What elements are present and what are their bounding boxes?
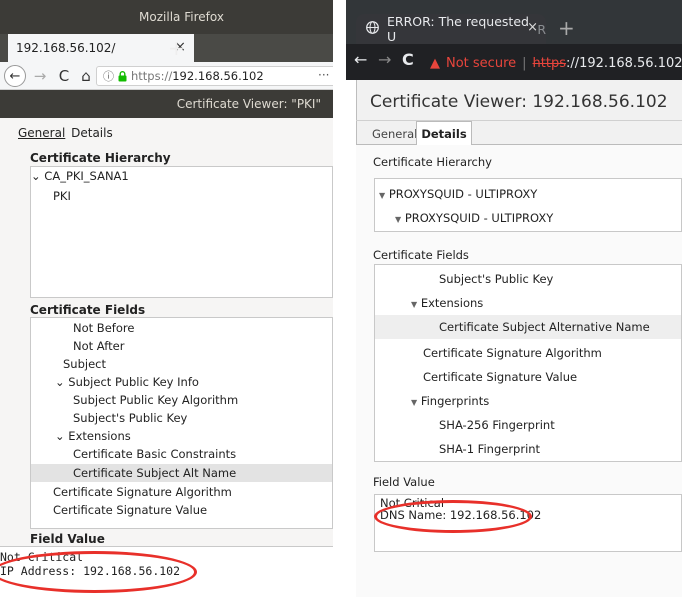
tree-item[interactable]: Subject Public Key Algorithm <box>73 393 238 407</box>
hierarchy-tree[interactable]: ▼ PROXYSQUID - ULTIPROXY ▼ PROXYSQUID - … <box>374 178 682 232</box>
not-secure-label[interactable]: Not secure <box>446 56 516 71</box>
url-bar[interactable]: ▲ Not secure | https://192.168.56.102 <box>430 52 682 74</box>
forward-button[interactable]: → <box>28 64 52 88</box>
tree-item[interactable]: Subject's Public Key <box>73 411 187 425</box>
info-icon[interactable]: ⓘ <box>103 68 114 84</box>
window-title-bar: Mozilla Firefox <box>0 0 333 34</box>
tree-item[interactable]: SHA-1 Fingerprint <box>439 442 540 456</box>
tree-item[interactable]: Certificate Signature Algorithm <box>423 346 602 360</box>
tab-general[interactable]: General <box>18 126 65 140</box>
tab-title-fade: R <box>537 21 546 37</box>
back-button[interactable]: ← <box>354 50 367 69</box>
hierarchy-tree[interactable]: ⌄ CA_PKI_SANA1 PKI <box>30 166 333 298</box>
lock-icon <box>118 70 127 81</box>
forward-button[interactable]: → <box>378 50 391 69</box>
tree-item[interactable]: ⌄ Subject Public Key Info <box>55 375 199 389</box>
fields-label: Certificate Fields <box>373 248 469 262</box>
panel-divider <box>333 0 346 597</box>
tree-item[interactable]: Not Before <box>73 321 134 335</box>
tab-details[interactable]: Details <box>416 121 472 145</box>
fields-label: Certificate Fields <box>30 303 146 317</box>
field-value-label: Field Value <box>30 532 105 546</box>
tree-item[interactable]: ⌄ CA_PKI_SANA1 <box>31 169 129 183</box>
dialog-title: Certificate Viewer: "PKI" <box>176 97 321 111</box>
window-title: Mozilla Firefox <box>139 10 224 24</box>
expand-chevron-icon[interactable]: ⌄ <box>55 375 65 389</box>
tree-item[interactable]: ⌄ Extensions <box>55 429 131 443</box>
highlight-ellipse <box>374 500 532 533</box>
firefox-certificate-viewer: Mozilla Firefox 192.168.56.102/ × + ← → … <box>0 0 333 597</box>
hierarchy-label: Certificate Hierarchy <box>373 155 492 169</box>
tree-item[interactable]: Subject's Public Key <box>439 272 553 286</box>
tree-item[interactable]: SHA-256 Fingerprint <box>439 418 555 432</box>
url-host: 192.168.56.102 <box>172 69 264 83</box>
tree-item-selected[interactable]: Certificate Subject Alt Name <box>31 464 332 482</box>
url-host: ://192.168.56.102 <box>565 55 682 71</box>
globe-icon <box>366 20 379 38</box>
expand-chevron-icon[interactable]: ⌄ <box>55 429 65 443</box>
url-scheme: https <box>532 55 566 71</box>
tree-item[interactable]: Subject <box>63 357 106 371</box>
highlight-ellipse <box>0 551 197 593</box>
expand-triangle-icon[interactable]: ▼ <box>411 398 417 407</box>
new-tab-icon[interactable]: + <box>168 36 185 60</box>
reload-button[interactable]: C <box>402 50 414 69</box>
new-tab-icon[interactable]: + <box>558 16 575 40</box>
viewer-tabs: General Details <box>18 126 115 140</box>
tree-item[interactable]: Certificate Basic Constraints <box>73 447 236 461</box>
back-button[interactable]: ← <box>4 65 26 87</box>
tree-item[interactable]: ▼ Fingerprints <box>411 394 489 408</box>
expand-triangle-icon[interactable]: ▼ <box>411 300 417 309</box>
tree-item[interactable]: ▼ Extensions <box>411 296 483 310</box>
url-bar[interactable]: ⓘ https://192.168.56.102 <box>96 66 333 86</box>
expand-chevron-icon[interactable]: ⌄ <box>31 169 41 183</box>
warning-icon[interactable]: ▲ <box>430 56 440 71</box>
reload-button[interactable]: C <box>52 64 76 88</box>
tab-title: ERROR: The requested U <box>387 14 529 44</box>
expand-triangle-icon[interactable]: ▼ <box>379 191 385 200</box>
tree-item-selected[interactable]: Certificate Subject Alternative Name <box>375 315 681 339</box>
tree-item[interactable]: Certificate Signature Algorithm <box>53 485 232 499</box>
browser-tab[interactable]: 192.168.56.102/ × <box>8 34 194 62</box>
home-icon[interactable]: ⌂ <box>74 64 98 88</box>
hierarchy-label: Certificate Hierarchy <box>30 151 171 165</box>
tree-item[interactable]: Certificate Signature Value <box>53 503 207 517</box>
tab-general[interactable]: General <box>372 127 417 141</box>
more-options-icon[interactable]: ··· <box>318 68 329 82</box>
url-scheme: https:// <box>131 69 173 83</box>
dialog-title: Certificate Viewer: 192.168.56.102 <box>370 92 668 112</box>
tab-close-icon[interactable]: × <box>527 20 538 35</box>
title-divider <box>356 120 682 121</box>
tab-details[interactable]: Details <box>71 126 113 140</box>
tree-item[interactable]: ▼ PROXYSQUID - ULTIPROXY <box>395 211 553 225</box>
field-value-label: Field Value <box>373 475 435 489</box>
tree-item[interactable]: PKI <box>53 189 71 203</box>
fields-tree[interactable]: Not Before Not After Subject ⌄ Subject P… <box>30 317 333 529</box>
tree-item[interactable]: Certificate Signature Value <box>423 370 577 384</box>
tree-item[interactable]: Not After <box>73 339 124 353</box>
fields-tree[interactable]: Subject's Public Key ▼ Extensions Certif… <box>374 264 682 462</box>
tab-title: 192.168.56.102/ <box>16 41 116 55</box>
chrome-certificate-viewer: ERROR: The requested U R × + ← → C ▲ Not … <box>346 0 682 597</box>
url-separator: | <box>522 55 527 71</box>
tree-item[interactable]: ▼ PROXYSQUID - ULTIPROXY <box>379 187 537 201</box>
browser-tab[interactable]: ERROR: The requested U R × <box>356 14 546 44</box>
expand-triangle-icon[interactable]: ▼ <box>395 215 401 224</box>
dialog-title-bar: Certificate Viewer: "PKI" <box>0 90 333 118</box>
